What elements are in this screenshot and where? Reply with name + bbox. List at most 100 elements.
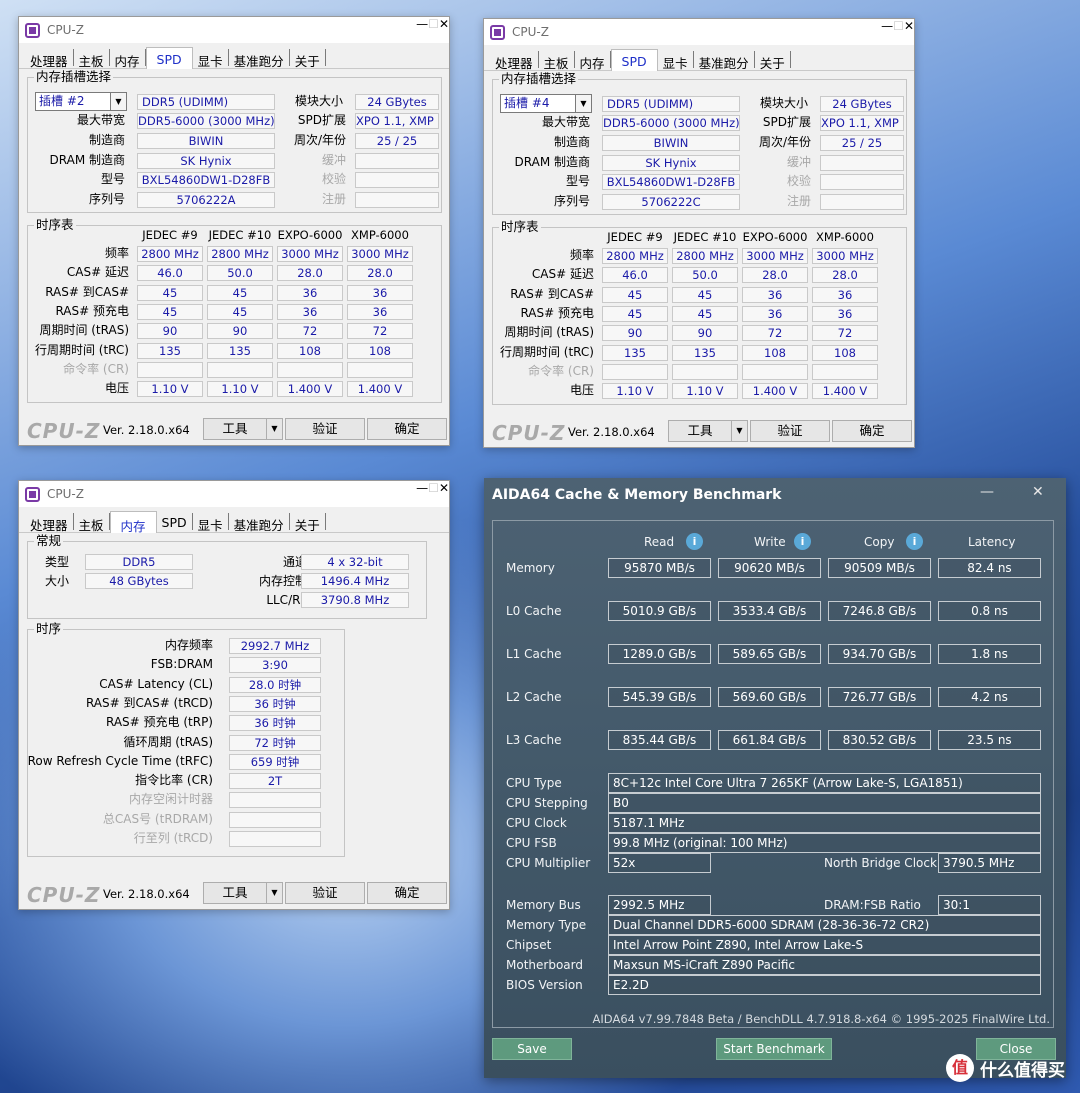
ok-button[interactable]: 确定 <box>367 418 447 440</box>
cpu-multiplier-label: CPU Multiplier <box>506 856 591 870</box>
minimize-button[interactable]: — <box>881 19 893 45</box>
maximize-button[interactable]: ☐ <box>428 17 439 43</box>
window-controls: — ☐ ✕ <box>416 17 449 43</box>
aida-close-button[interactable]: ✕ <box>1032 484 1044 500</box>
chevron-down-icon[interactable]: ▼ <box>110 93 126 110</box>
timing-value-cr <box>137 362 203 378</box>
tab-0[interactable]: 处理器 <box>25 513 74 533</box>
column-header: XMP-6000 <box>816 230 874 244</box>
timing-row-label: 行至列 (tRCD) <box>133 831 213 845</box>
tools-button[interactable]: 工具 ▼ <box>668 420 748 442</box>
tab-4[interactable]: 显卡 <box>193 513 229 533</box>
tab-3[interactable]: SPD <box>145 47 193 69</box>
aida-minimize-button[interactable]: — <box>980 484 994 500</box>
timing-row-label: 内存空闲计时器 <box>128 792 213 807</box>
correction-label: 校验 <box>786 174 811 188</box>
tab-6[interactable]: 关于 <box>755 51 791 71</box>
timing-value-voltage: 1.10 V <box>602 383 668 399</box>
tab-2[interactable]: 内存 <box>110 49 146 69</box>
timing-label-freq: 频率 <box>104 246 129 260</box>
timing-row-value <box>229 831 321 847</box>
tab-0[interactable]: 处理器 <box>25 49 74 69</box>
minimize-button[interactable]: — <box>416 481 428 507</box>
column-header-latency: Latency <box>968 535 1016 549</box>
close-button[interactable]: ✕ <box>439 17 449 43</box>
watermark-logo: 值 <box>946 1054 974 1082</box>
tools-button[interactable]: 工具 ▼ <box>203 882 283 904</box>
tools-button[interactable]: 工具 ▼ <box>203 418 283 440</box>
tools-dropdown-arrow-icon[interactable]: ▼ <box>266 883 282 903</box>
info-icon[interactable]: i <box>794 533 811 550</box>
tab-1[interactable]: 主板 <box>539 51 575 71</box>
verify-button[interactable]: 验证 <box>285 418 365 440</box>
timing-value-trc: 135 <box>207 343 273 359</box>
timing-value-trc: 108 <box>277 343 343 359</box>
tab-bar: 处理器 主板 内存 SPD 显卡 基准跑分 关于 <box>19 507 449 534</box>
slot-select[interactable]: 插槽 #2 ▼ <box>35 92 127 111</box>
bench-value-copy: 934.70 GB/s <box>828 644 931 664</box>
close-button[interactable]: ✕ <box>439 481 449 507</box>
window-controls: — ☐ ✕ <box>881 19 914 45</box>
ok-button[interactable]: 确定 <box>367 882 447 904</box>
part-number-value: BXL54860DW1-D28FB <box>137 172 275 188</box>
info-icon[interactable]: i <box>906 533 923 550</box>
close-button[interactable]: ✕ <box>904 19 914 45</box>
info-icon[interactable]: i <box>686 533 703 550</box>
week-year-value: 25 / 25 <box>355 133 439 149</box>
slot-select[interactable]: 插槽 #4 ▼ <box>500 94 592 113</box>
bench-value-write: 569.60 GB/s <box>718 687 821 707</box>
tab-bar: 处理器 主板 内存 SPD 显卡 基准跑分 关于 <box>19 43 449 69</box>
tools-dropdown-arrow-icon[interactable]: ▼ <box>266 419 282 439</box>
tab-4[interactable]: 显卡 <box>193 49 229 69</box>
motherboard-label: Motherboard <box>506 958 583 972</box>
tab-1[interactable]: 主板 <box>74 513 110 533</box>
verify-button[interactable]: 验证 <box>285 882 365 904</box>
verify-button[interactable]: 验证 <box>750 420 830 442</box>
start-benchmark-button[interactable]: Start Benchmark <box>716 1038 832 1060</box>
timing-row-value: 2992.7 MHz <box>229 638 321 654</box>
footer-bar: CPU-Z Ver. 2.18.0.x64 工具 ▼ 验证 确定 <box>484 417 914 447</box>
timing-row-label: RAS# 预充电 (tRP) <box>105 715 213 730</box>
chevron-down-icon[interactable]: ▼ <box>575 95 591 112</box>
bench-value-read: 5010.9 GB/s <box>608 601 711 621</box>
timing-label-voltage: 电压 <box>569 383 594 397</box>
channels-value: 4 x 32-bit <box>301 554 409 570</box>
timing-value-freq: 3000 MHz <box>742 248 808 264</box>
tab-2[interactable]: 内存 <box>109 511 157 534</box>
tools-dropdown-arrow-icon[interactable]: ▼ <box>731 421 747 441</box>
bench-value-copy: 726.77 GB/s <box>828 687 931 707</box>
bench-value-latency: 0.8 ns <box>938 601 1041 621</box>
timing-value-freq: 2800 MHz <box>602 248 668 264</box>
north-bridge-clock-value: 3790.5 MHz <box>938 853 1041 873</box>
bench-value-latency: 23.5 ns <box>938 730 1041 750</box>
timings-group-label: 时序表 <box>34 217 76 232</box>
timing-value-trc: 108 <box>347 343 413 359</box>
tab-5[interactable]: 基准跑分 <box>229 513 290 533</box>
bench-value-read: 95870 MB/s <box>608 558 711 578</box>
tab-5[interactable]: 基准跑分 <box>694 51 755 71</box>
minimize-button[interactable]: — <box>416 17 428 43</box>
bench-value-copy: 90509 MB/s <box>828 558 931 578</box>
chipset-label: Chipset <box>506 938 552 952</box>
ok-button[interactable]: 确定 <box>832 420 912 442</box>
tab-5[interactable]: 基准跑分 <box>229 49 290 69</box>
cpuz-brand-logo: CPU-Z <box>492 421 566 445</box>
bench-value-read: 835.44 GB/s <box>608 730 711 750</box>
maximize-button[interactable]: ☐ <box>893 19 904 45</box>
timing-row-label: 内存频率 <box>164 638 213 652</box>
tab-3[interactable]: SPD <box>157 513 193 530</box>
timing-row-label: Row Refresh Cycle Time (tRFC) <box>27 753 213 768</box>
tab-0[interactable]: 处理器 <box>490 51 539 71</box>
tab-6[interactable]: 关于 <box>290 513 326 533</box>
bench-value-copy: 830.52 GB/s <box>828 730 931 750</box>
tab-4[interactable]: 显卡 <box>658 51 694 71</box>
save-button[interactable]: Save <box>492 1038 572 1060</box>
maximize-button[interactable]: ☐ <box>428 481 439 507</box>
bench-row-label: L3 Cache <box>506 733 562 747</box>
column-header: JEDEC #9 <box>142 228 198 242</box>
tab-2[interactable]: 内存 <box>575 51 611 71</box>
window-title: CPU-Z <box>47 487 84 501</box>
tab-6[interactable]: 关于 <box>290 49 326 69</box>
tab-1[interactable]: 主板 <box>74 49 110 69</box>
tab-3[interactable]: SPD <box>610 49 658 71</box>
